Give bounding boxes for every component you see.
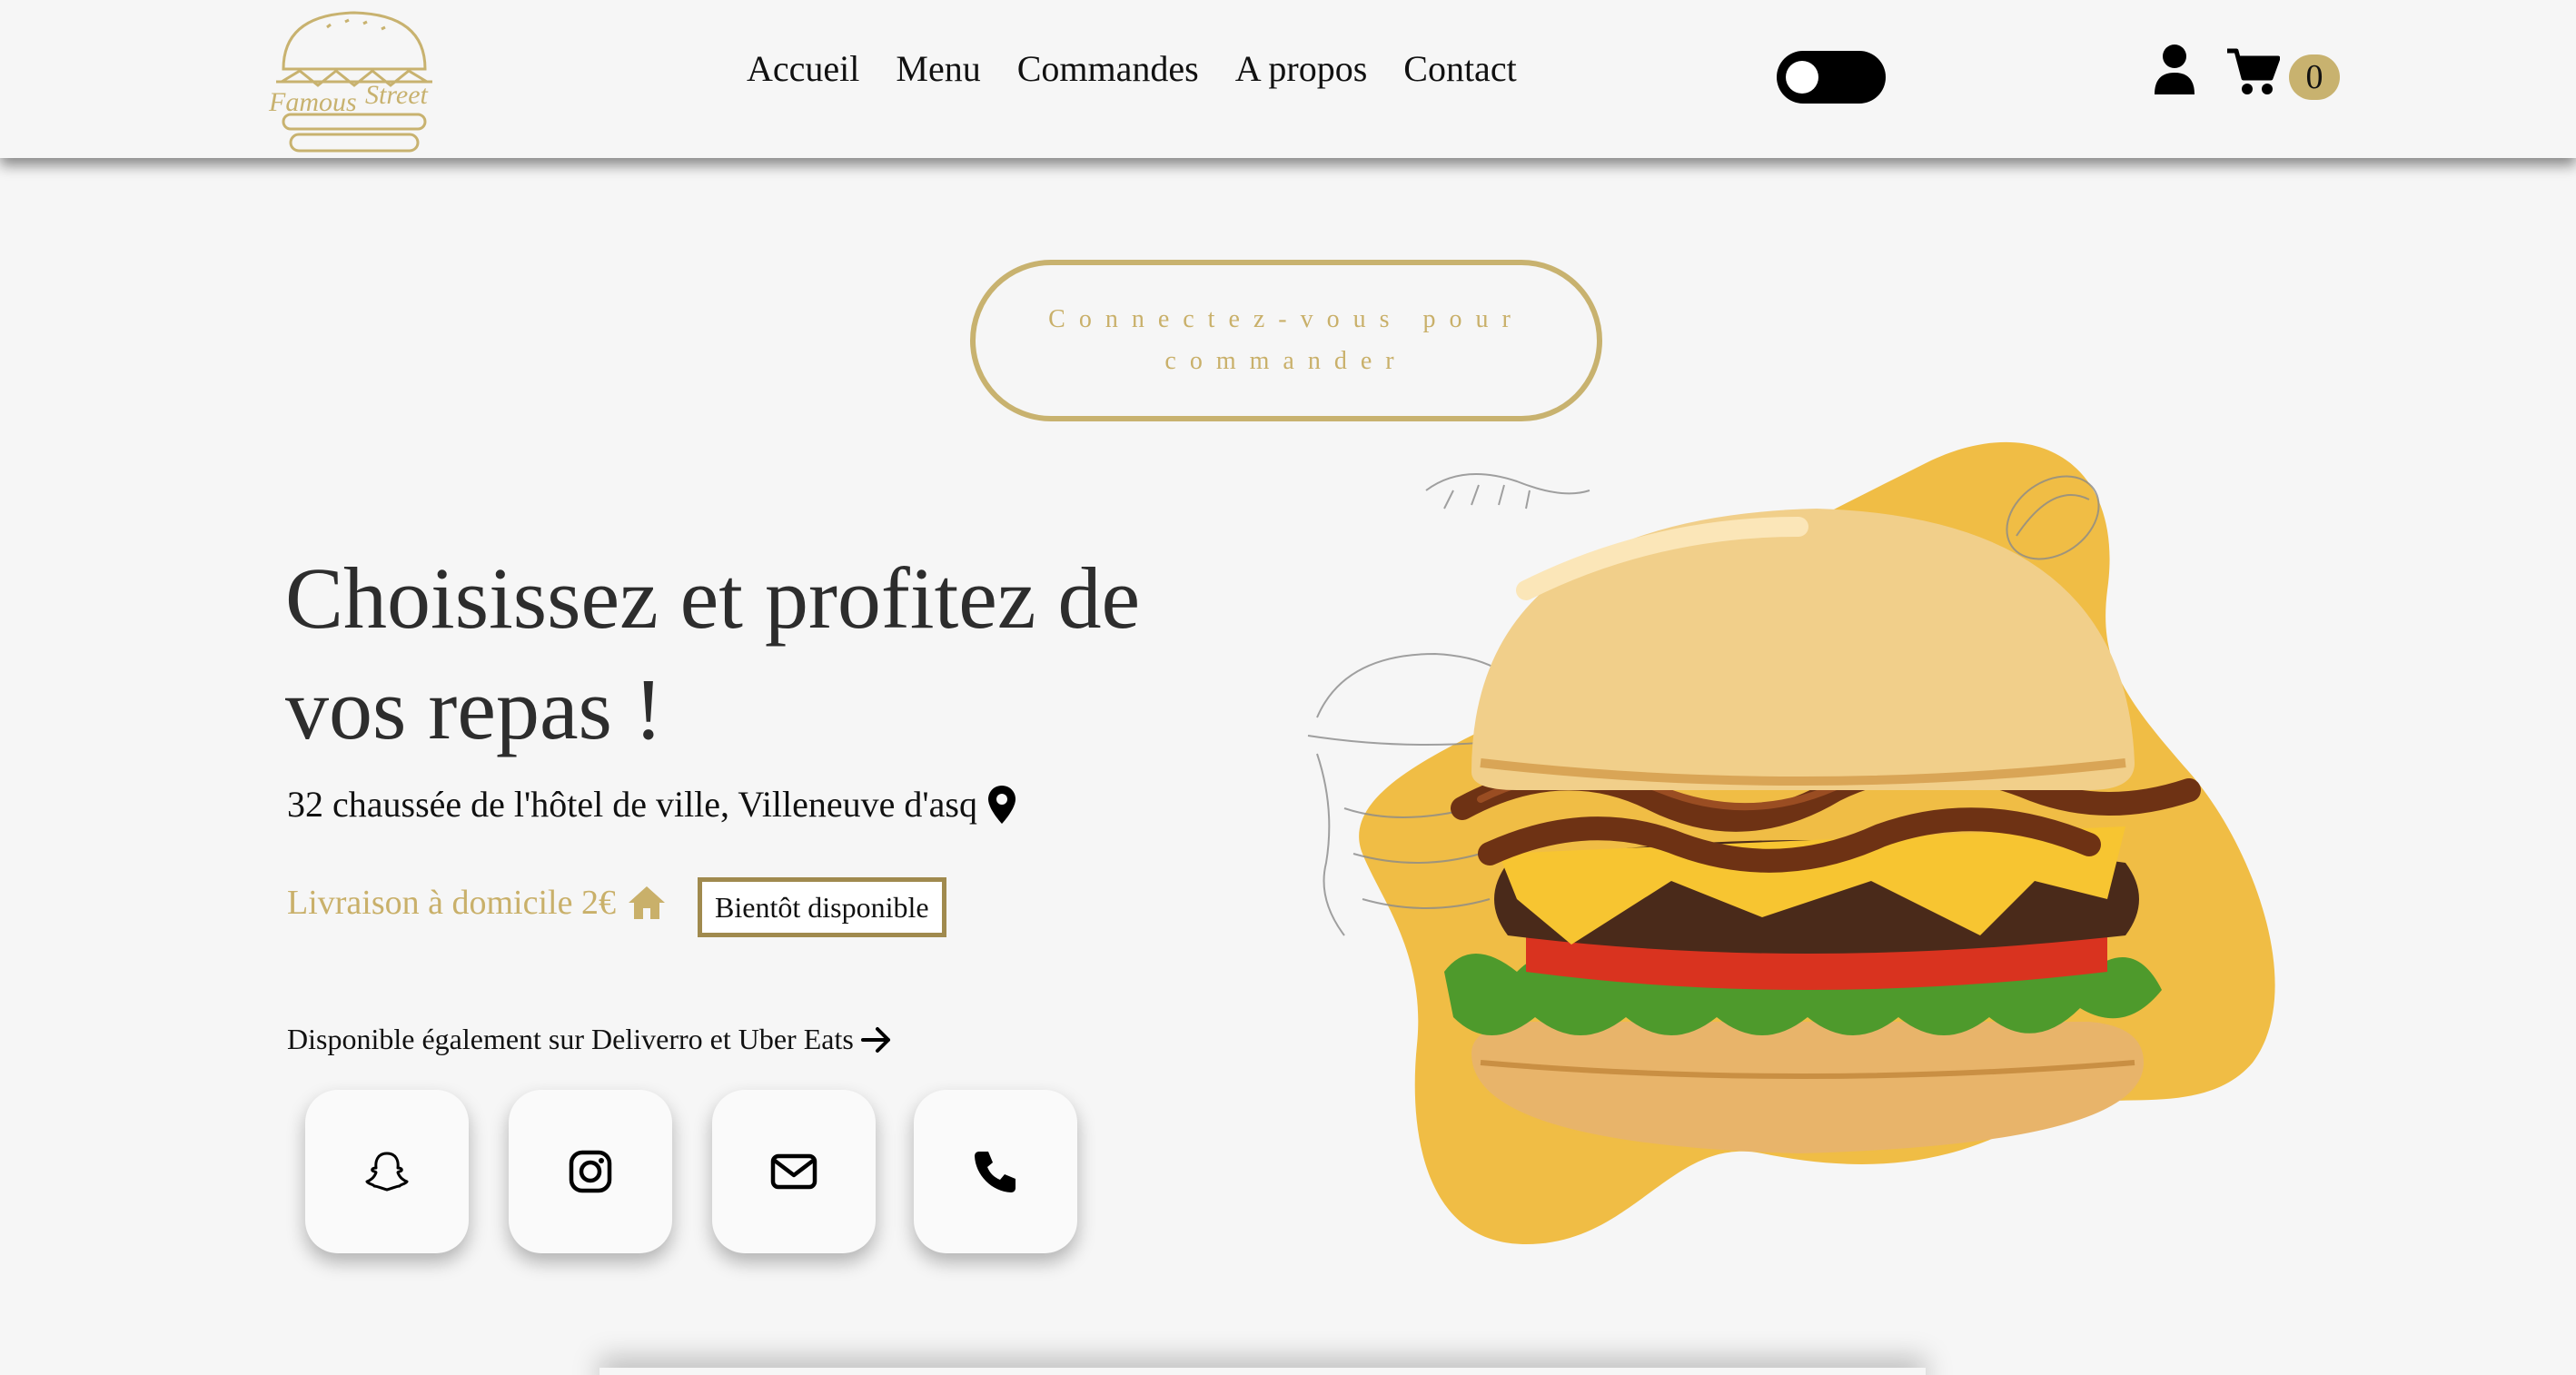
- burger-hero-image: [1307, 441, 2275, 1244]
- login-to-order-button[interactable]: Connectez-vous pour commander: [970, 260, 1602, 421]
- also-available-text: Disponible également sur Deliverro et Ub…: [287, 1023, 854, 1055]
- home-icon: [628, 886, 665, 919]
- instagram-button[interactable]: [509, 1090, 672, 1253]
- arrow-right-icon: [860, 1026, 890, 1053]
- delivery-text: Livraison à domicile 2€: [287, 884, 616, 922]
- delivery-info: Livraison à domicile 2€: [287, 883, 667, 923]
- logo-text-left: Famous: [268, 87, 357, 117]
- also-available-link[interactable]: Disponible également sur Deliverro et Ub…: [287, 1023, 892, 1056]
- nav-contact[interactable]: Contact: [1403, 47, 1516, 90]
- address-line: 32 chaussée de l'hôtel de ville, Villene…: [287, 783, 1016, 826]
- snapchat-button[interactable]: [305, 1090, 469, 1253]
- toggle-knob: [1786, 61, 1818, 94]
- snapchat-icon: [365, 1152, 409, 1192]
- logo-text-right: Street: [365, 80, 429, 110]
- user-icon[interactable]: [2153, 44, 2196, 94]
- phone-button[interactable]: [914, 1090, 1077, 1253]
- burger-logo[interactable]: Famous Street: [263, 5, 445, 156]
- coming-soon-badge: Bientôt disponible: [698, 877, 946, 937]
- main-nav: Accueil Menu Commandes A propos Contact: [747, 47, 1517, 90]
- cart-count-badge: 0: [2289, 54, 2340, 100]
- cart-icon[interactable]: [2225, 45, 2280, 96]
- phone-icon: [975, 1152, 1016, 1192]
- section-divider: [599, 1368, 1926, 1375]
- mail-icon: [770, 1153, 817, 1190]
- nav-a-propos[interactable]: A propos: [1235, 47, 1368, 90]
- mail-button[interactable]: [712, 1090, 876, 1253]
- address-text: 32 chaussée de l'hôtel de ville, Villene…: [287, 784, 977, 825]
- hero-title: Choisissez et profitez de vos repas !: [285, 549, 1141, 757]
- login-button-label: Connectez-vous pour commander: [1048, 305, 1524, 375]
- instagram-icon: [569, 1150, 612, 1193]
- nav-accueil[interactable]: Accueil: [747, 47, 859, 90]
- site-header: Famous Street Accueil Menu Commandes A p…: [0, 0, 2576, 158]
- map-pin-icon: [987, 785, 1016, 824]
- theme-toggle[interactable]: [1777, 51, 1886, 104]
- nav-commandes[interactable]: Commandes: [1017, 47, 1199, 90]
- coming-soon-text: Bientôt disponible: [715, 890, 929, 924]
- nav-menu[interactable]: Menu: [896, 47, 980, 90]
